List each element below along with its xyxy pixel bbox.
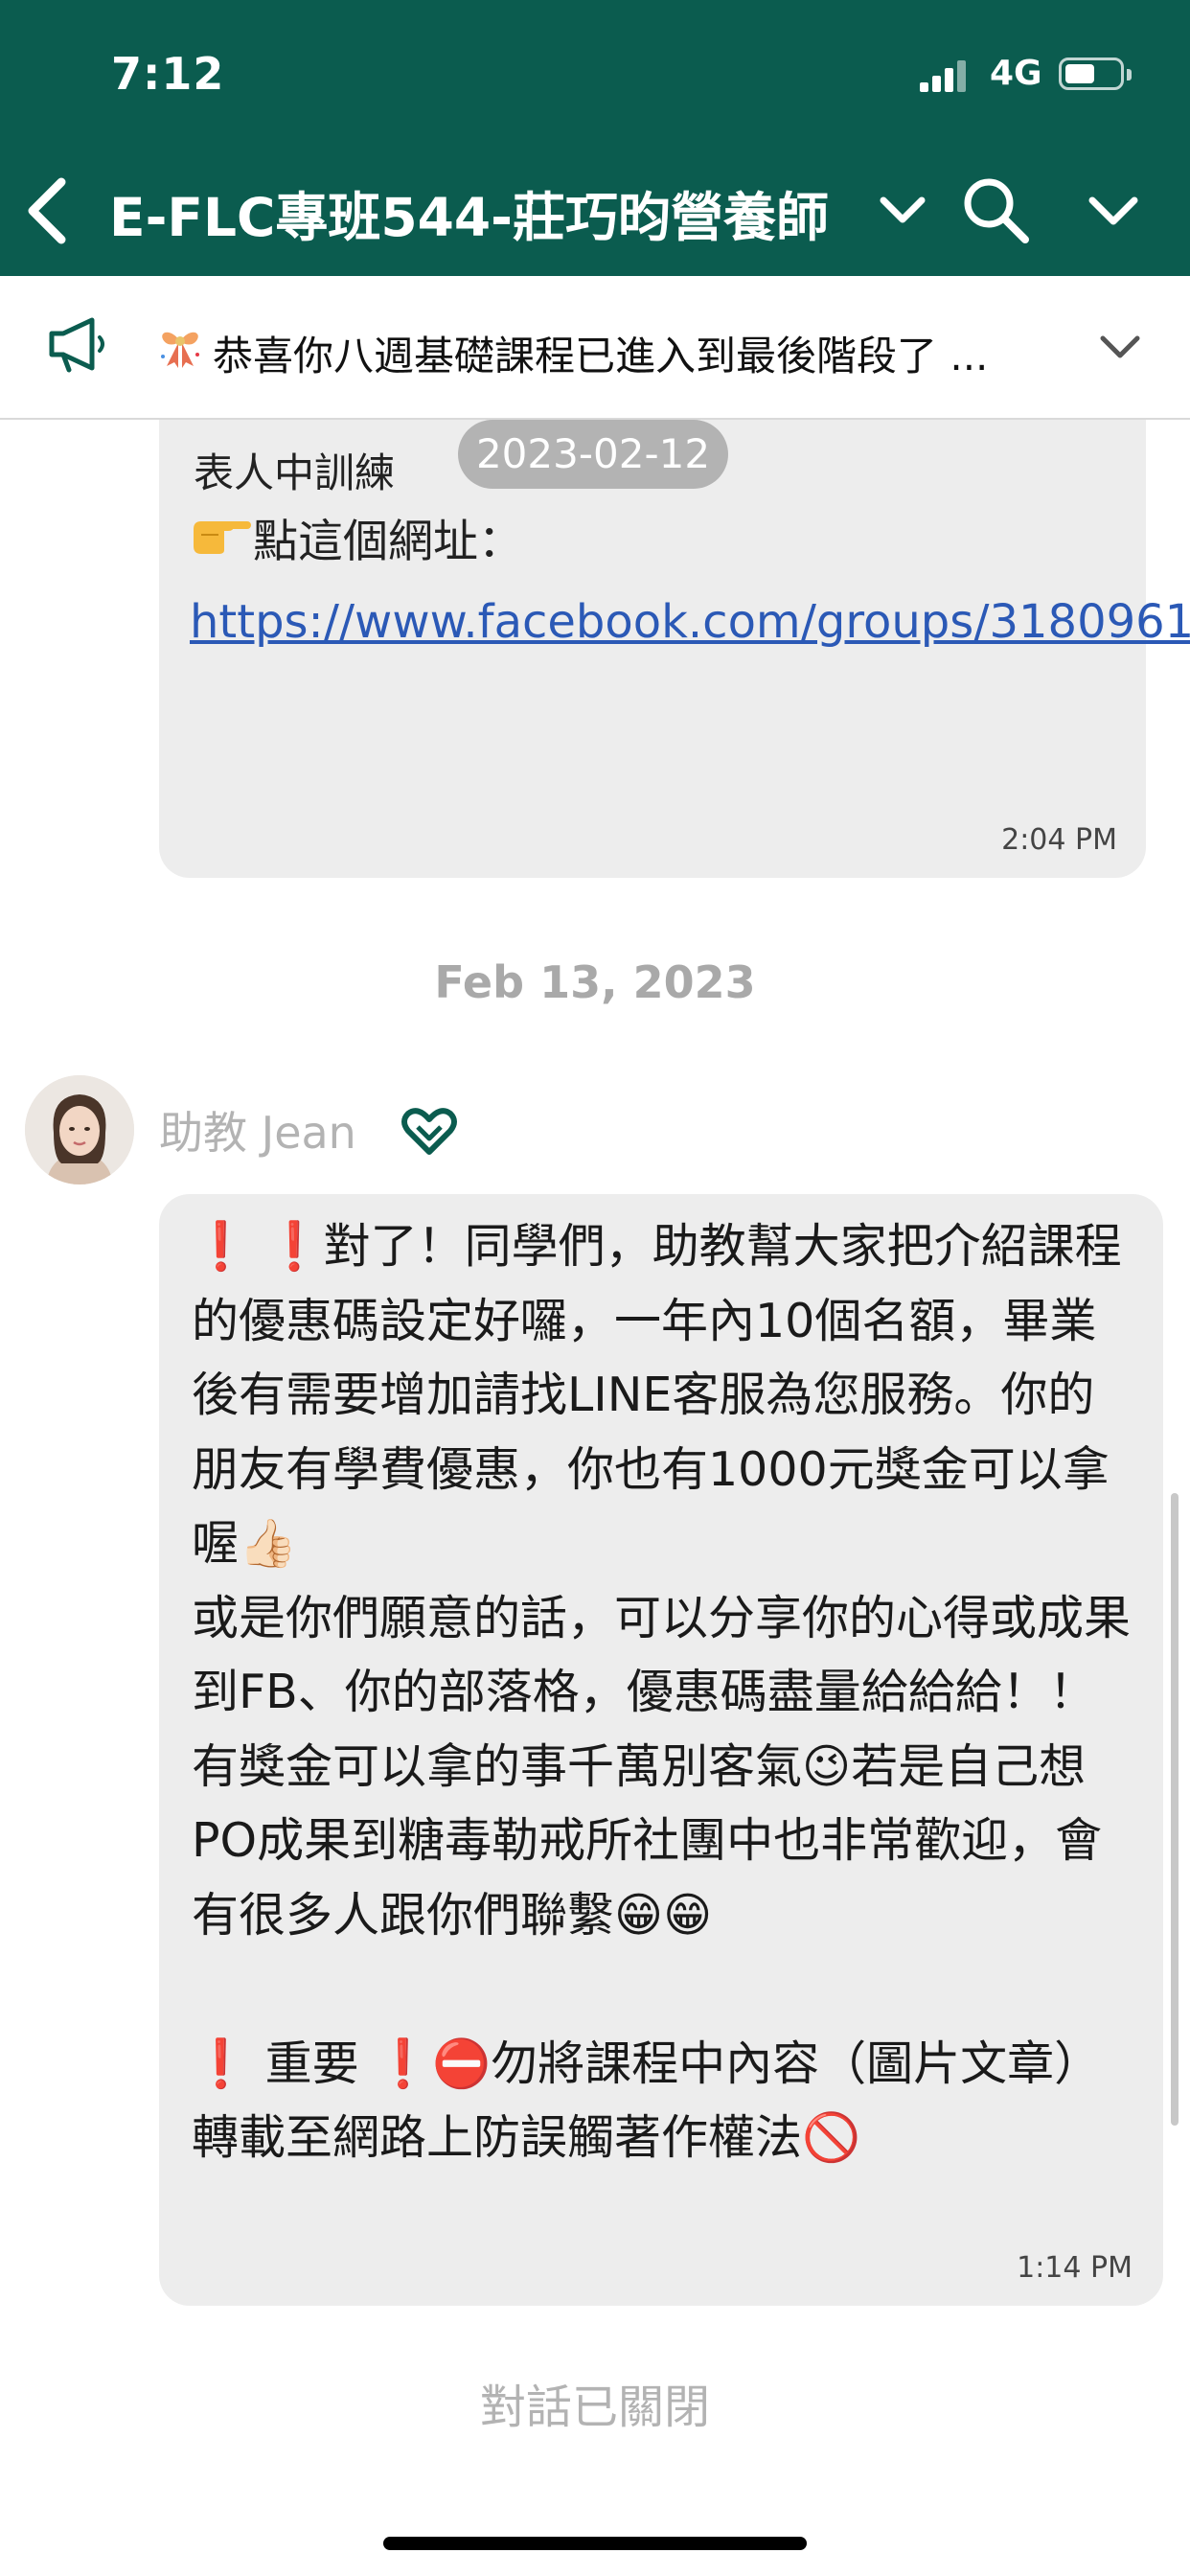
chevron-down-icon[interactable] xyxy=(876,187,929,235)
back-icon[interactable] xyxy=(19,172,73,249)
message-time: 2:04 PM xyxy=(1001,823,1117,857)
menu-chevron-down-icon[interactable] xyxy=(1085,187,1142,235)
chat-closed-status: 對話已關閉 xyxy=(479,2380,710,2434)
avatar[interactable] xyxy=(25,1075,134,1184)
battery-icon xyxy=(1059,58,1132,90)
chat-area[interactable]: 表人中訓練 點這個網址： https://www.facebook.com/gr… xyxy=(0,420,1190,2576)
chat-title[interactable]: E-FLC專班544-莊巧昀營養師 xyxy=(109,174,829,251)
facebook-group-link[interactable]: https://www.facebook.com/groups/31809619… xyxy=(190,585,1190,659)
network-type: 4G xyxy=(990,54,1042,93)
megaphone-icon xyxy=(49,317,104,373)
heart-badge-icon xyxy=(401,1108,457,1155)
announcement-bar[interactable]: 恭喜你八週基礎課程已進入到最後階段了 ... xyxy=(0,276,1190,420)
message-label: 點這個網址： xyxy=(253,516,523,568)
sender-name: 助教 Jean xyxy=(159,1107,356,1159)
signal-icon xyxy=(920,59,968,92)
scrollbar[interactable] xyxy=(1171,1493,1179,2126)
message-bubble[interactable]: ❗ ❗對了！同學們，助教幫大家把介紹課程的優惠碼設定好囉，一年內10個名額，畢業… xyxy=(159,1194,1163,2306)
status-time: 7:12 xyxy=(111,48,225,100)
floating-date-pill: 2023-02-12 xyxy=(458,420,728,489)
search-icon[interactable] xyxy=(958,172,1033,247)
ribbon-icon xyxy=(161,332,199,368)
header-bar: 7:12 4G E-FLC專班544-莊巧昀營養師 xyxy=(0,0,1190,276)
chevron-down-icon[interactable] xyxy=(1097,329,1143,367)
message-partial-text: 表人中訓練 xyxy=(194,449,396,496)
date-divider: Feb 13, 2023 xyxy=(434,956,756,1008)
message-time: 1:14 PM xyxy=(1017,2251,1133,2285)
avatar-portrait-icon xyxy=(25,1075,134,1184)
message-text: ❗ ❗對了！同學們，助教幫大家把介紹課程的優惠碼設定好囉，一年內10個名額，畢業… xyxy=(192,1219,1132,2165)
announcement-text: 恭喜你八週基礎課程已進入到最後階段了 ... xyxy=(213,333,989,380)
pointing-hand-icon xyxy=(194,521,251,554)
home-indicator[interactable] xyxy=(383,2537,807,2550)
